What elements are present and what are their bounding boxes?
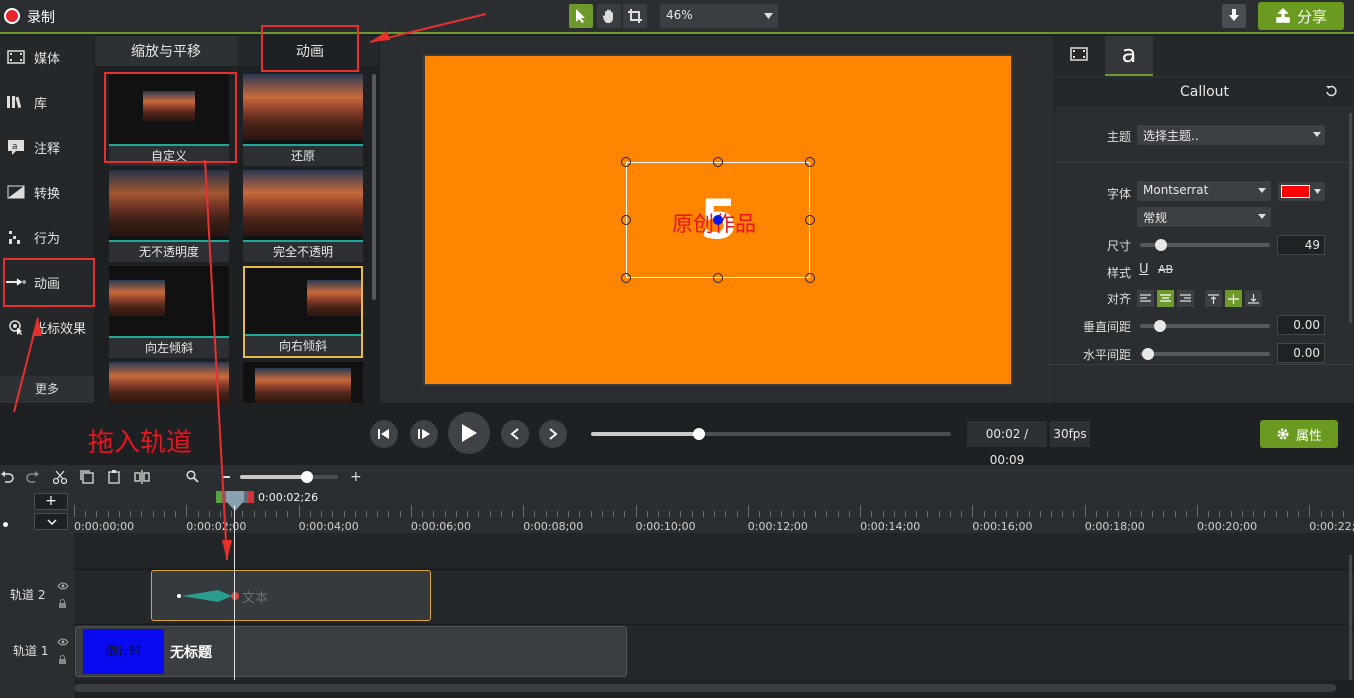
annotation-arrows (13, 13, 487, 561)
